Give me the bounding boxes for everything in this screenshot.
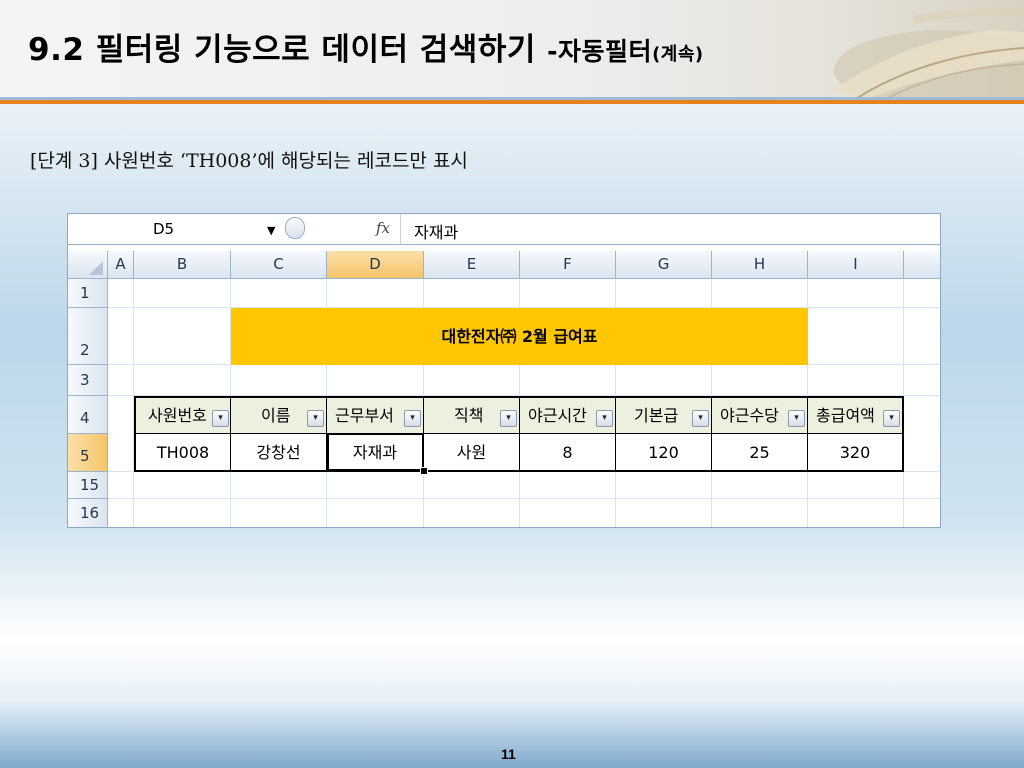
column-header-h[interactable]: H xyxy=(712,251,808,279)
select-all-corner[interactable] xyxy=(68,251,108,279)
slide-header: 9.2 필터링 기능으로 데이터 검색하기 -자동필터(계속) xyxy=(0,0,1024,100)
title-sub: -자동필터 xyxy=(547,37,653,66)
column-header-a[interactable]: A xyxy=(108,251,134,279)
row-header-5[interactable]: 5 xyxy=(68,434,108,472)
active-cell-outline xyxy=(327,433,424,471)
column-header-g[interactable]: G xyxy=(616,251,712,279)
fill-handle[interactable] xyxy=(420,467,428,475)
data-table-border xyxy=(134,396,904,472)
row-header-15[interactable]: 15 xyxy=(68,472,108,499)
formula-bar-resize-handle[interactable] xyxy=(285,217,305,239)
formula-bar: D5 ▼ fx 자재과 xyxy=(68,214,940,245)
book-decoration xyxy=(794,0,1024,100)
name-box-dropdown-icon[interactable]: ▼ xyxy=(267,224,275,237)
row-header-16[interactable]: 16 xyxy=(68,499,108,527)
gridline xyxy=(108,498,940,499)
name-box[interactable]: D5 xyxy=(153,220,174,238)
slide-title: 9.2 필터링 기능으로 데이터 검색하기 -자동필터(계속) xyxy=(28,24,704,69)
row-header-3[interactable]: 3 xyxy=(68,365,108,396)
column-header-e[interactable]: E xyxy=(424,251,520,279)
header-divider-orange xyxy=(0,100,1024,104)
page-number: 11 xyxy=(501,746,516,762)
title-sub2: (계속) xyxy=(652,44,704,65)
report-title-banner[interactable]: 대한전자㈜ 2월 급여표 xyxy=(231,308,808,365)
formula-bar-divider xyxy=(400,214,401,244)
spreadsheet-screenshot: D5 ▼ fx 자재과 A B C D E F G H I 1 2 3 4 5 … xyxy=(67,213,941,528)
column-header-f[interactable]: F xyxy=(520,251,616,279)
column-header-d[interactable]: D xyxy=(327,251,424,279)
title-main: 9.2 필터링 기능으로 데이터 검색하기 xyxy=(28,32,548,68)
column-header-i[interactable]: I xyxy=(808,251,904,279)
row-header-1[interactable]: 1 xyxy=(68,279,108,308)
column-header-overflow xyxy=(904,251,940,279)
formula-input[interactable]: 자재과 xyxy=(414,219,458,243)
step-instruction: [단계 3] 사원번호 ‘TH008’에 해당되는 레코드만 표시 xyxy=(30,150,468,172)
row-header-4[interactable]: 4 xyxy=(68,396,108,434)
row-header-2[interactable]: 2 xyxy=(68,308,108,365)
column-header-c[interactable]: C xyxy=(231,251,327,279)
insert-function-icon[interactable]: fx xyxy=(376,219,390,237)
column-header-b[interactable]: B xyxy=(134,251,231,279)
